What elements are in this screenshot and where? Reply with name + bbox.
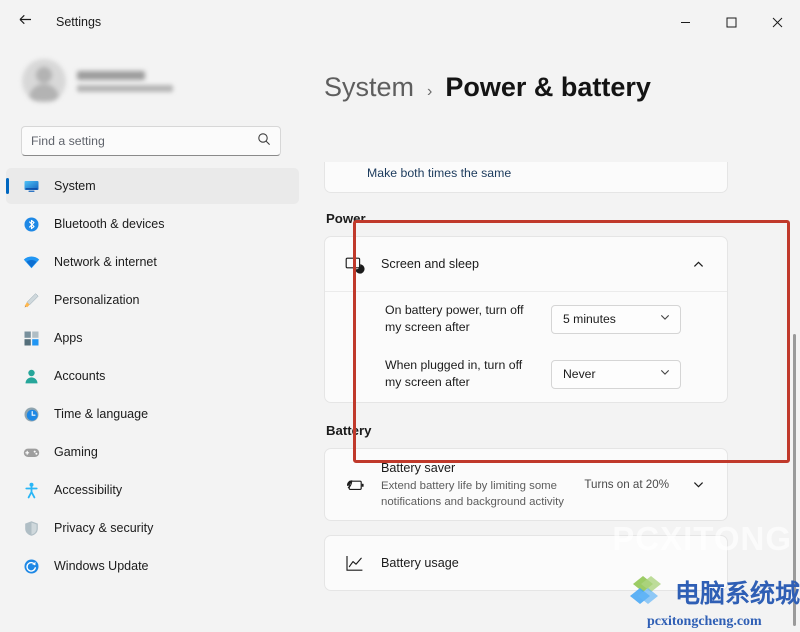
line-chart-icon (343, 552, 365, 574)
battery-saver-description: Extend battery life by limiting some not… (381, 479, 564, 508)
search-icon (257, 132, 271, 151)
battery-saver-row[interactable]: Battery saver Extend battery life by lim… (325, 449, 727, 520)
battery-usage-title: Battery usage (381, 556, 459, 571)
update-refresh-icon (22, 557, 40, 575)
sidebar-item-privacy-security[interactable]: Privacy & security (6, 510, 299, 546)
wifi-icon (22, 253, 40, 271)
close-icon (772, 17, 782, 27)
battery-saver-text: Battery saver Extend battery life by lim… (381, 459, 568, 510)
settings-list: Make both times the same Power Screen an… (316, 162, 800, 592)
chevron-down-icon (659, 365, 671, 383)
profile-subtitle (77, 84, 173, 92)
sidebar-item-label: Bluetooth & devices (54, 217, 165, 231)
gamepad-icon (22, 443, 40, 461)
dropdown-value: 5 minutes (563, 312, 616, 327)
sidebar-nav: System Bluetooth & devices Network & int… (0, 166, 299, 586)
back-arrow-icon (17, 11, 34, 33)
window-controls (662, 0, 800, 44)
battery-usage-row[interactable]: Battery usage (325, 536, 727, 590)
sidebar-item-network-internet[interactable]: Network & internet (6, 244, 299, 280)
chevron-up-icon[interactable] (685, 251, 711, 277)
dropdown-value: Never (563, 367, 596, 382)
back-button[interactable] (8, 5, 42, 39)
sidebar-item-label: Gaming (54, 445, 98, 459)
search-box[interactable] (21, 126, 281, 156)
on-battery-screen-off-dropdown[interactable]: 5 minutes (551, 304, 681, 334)
make-both-times-same-link[interactable]: Make both times the same (367, 166, 511, 180)
sidebar-item-system[interactable]: System (6, 168, 299, 204)
maximize-icon (726, 17, 736, 27)
breadcrumb-parent[interactable]: System (324, 72, 414, 103)
sidebar-item-time-language[interactable]: Time & language (6, 396, 299, 432)
close-button[interactable] (754, 0, 800, 44)
sidebar-item-windows-update[interactable]: Windows Update (6, 548, 299, 584)
on-battery-screen-off-row: On battery power, turn off my screen aft… (325, 291, 727, 347)
battery-saver-card: Battery saver Extend battery life by lim… (324, 447, 728, 522)
monitor-icon (22, 177, 40, 195)
user-profile[interactable] (0, 44, 299, 118)
screen-and-sleep-card: Screen and sleep On battery power, turn … (324, 236, 728, 403)
shield-icon (22, 519, 40, 537)
settings-window: Settings Find a setting System Bluetooth… (0, 0, 800, 632)
sidebar-item-label: Accessibility (54, 483, 123, 497)
accessibility-person-icon (22, 481, 40, 499)
plugged-in-screen-off-row: When plugged in, turn off my screen afte… (325, 347, 727, 402)
plugged-in-screen-off-dropdown[interactable]: Never (551, 359, 681, 389)
avatar (22, 59, 66, 103)
profile-text (77, 70, 173, 92)
minimize-button[interactable] (662, 0, 708, 44)
content-area: System › Power & battery Make both times… (310, 44, 800, 632)
battery-usage-card: Battery usage (324, 535, 728, 592)
sidebar-item-label: Time & language (54, 407, 149, 421)
breadcrumb: System › Power & battery (316, 44, 800, 115)
person-icon (22, 367, 40, 385)
breadcrumb-separator-icon: › (427, 83, 433, 100)
sidebar-item-label: Personalization (54, 293, 140, 307)
on-battery-screen-off-label: On battery power, turn off my screen aft… (385, 303, 524, 335)
sidebar-item-bluetooth-devices[interactable]: Bluetooth & devices (6, 206, 299, 242)
battery-leaf-icon (343, 474, 365, 496)
sidebar-item-gaming[interactable]: Gaming (6, 434, 299, 470)
search-input[interactable] (31, 134, 257, 148)
sidebar-item-label: Windows Update (54, 559, 149, 573)
apps-grid-icon (22, 329, 40, 347)
profile-name (77, 70, 145, 80)
settings-scroll-area[interactable]: Make both times the same Power Screen an… (316, 162, 800, 632)
screen-and-sleep-header[interactable]: Screen and sleep (325, 237, 727, 291)
sidebar-item-personalization[interactable]: Personalization (6, 282, 299, 318)
page-title: Power & battery (445, 72, 651, 102)
sidebar-item-label: Apps (54, 331, 83, 345)
sidebar: System Bluetooth & devices (0, 44, 310, 632)
bluetooth-icon (22, 215, 40, 233)
screen-and-sleep-title: Screen and sleep (381, 257, 480, 271)
chevron-down-icon (659, 310, 671, 328)
vertical-scrollbar[interactable] (793, 334, 796, 626)
power-section-title: Power (326, 211, 366, 226)
sidebar-item-apps[interactable]: Apps (6, 320, 299, 356)
sidebar-item-label: System (54, 179, 96, 193)
title-bar: Settings (0, 0, 800, 44)
sidebar-item-accessibility[interactable]: Accessibility (6, 472, 299, 508)
monitor-moon-icon (343, 253, 365, 275)
maximize-button[interactable] (708, 0, 754, 44)
screen-sleep-previous-card: Make both times the same (324, 162, 728, 193)
battery-section-title: Battery (326, 422, 372, 438)
sidebar-item-label: Accounts (54, 369, 106, 383)
battery-saver-title: Battery saver (381, 460, 456, 475)
battery-saver-value: Turns on at 20% (584, 478, 669, 492)
chevron-down-icon[interactable] (685, 472, 711, 498)
sidebar-item-label: Network & internet (54, 255, 157, 269)
minimize-icon (680, 21, 690, 23)
make-both-times-same-row: Make both times the same (325, 162, 727, 182)
sidebar-item-accounts[interactable]: Accounts (6, 358, 299, 394)
window-body: System Bluetooth & devices (0, 44, 800, 632)
paintbrush-icon (22, 291, 40, 309)
plugged-in-screen-off-label: When plugged in, turn off my screen afte… (385, 357, 523, 390)
clock-globe-icon (22, 405, 40, 423)
app-title: Settings (56, 15, 102, 29)
sidebar-item-label: Privacy & security (54, 521, 154, 535)
